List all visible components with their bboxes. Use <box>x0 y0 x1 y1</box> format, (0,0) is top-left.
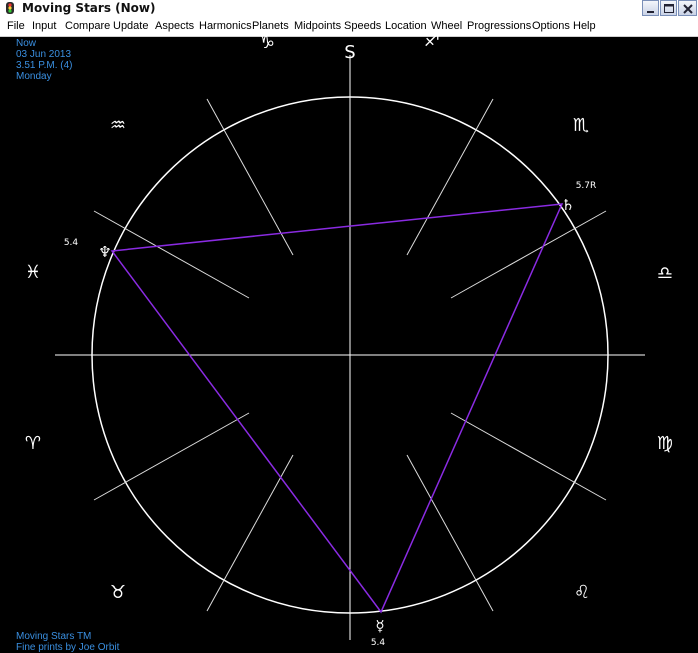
window-title: Moving Stars (Now) <box>22 1 156 15</box>
app-icon <box>6 2 14 14</box>
close-button[interactable] <box>678 0 697 16</box>
neptune-value: 5.4 <box>64 238 79 248</box>
house-line <box>406 98 494 256</box>
chart-area: Now 03 Jun 2013 3.51 P.M. (4) Monday Mov… <box>0 36 698 653</box>
house-line <box>93 210 250 299</box>
menu-location[interactable]: Location <box>385 17 427 36</box>
menu-speeds[interactable]: Speeds <box>344 17 381 36</box>
scorpio-sign-icon: ♏ <box>573 115 589 136</box>
south-label: S <box>344 42 355 63</box>
house-line <box>206 98 294 256</box>
maximize-icon <box>664 4 674 13</box>
menu-file[interactable]: File <box>7 17 25 36</box>
leo-sign-icon: ♌ <box>574 582 590 603</box>
wheel-chart: S ♑ ♐ ♒ ♏ ♓ ♎ ♈ ♍ ♉ ♌ ♆ 5.4 ♄ 5.7R ☿ 5.4 <box>25 36 673 646</box>
minimize-icon <box>647 11 654 13</box>
house-line <box>206 454 294 612</box>
sagittarius-sign-icon: ♐ <box>424 36 440 51</box>
menu-harmonics[interactable]: Harmonics <box>199 17 252 36</box>
house-line <box>406 454 494 612</box>
saturn-value: 5.7R <box>576 181 597 191</box>
virgo-sign-icon: ♍ <box>657 433 673 454</box>
menu-help[interactable]: Help <box>573 17 596 36</box>
house-line <box>450 210 607 299</box>
menu-wheel[interactable]: Wheel <box>431 17 462 36</box>
aspect-triangle <box>110 203 564 614</box>
maximize-button[interactable] <box>660 0 677 16</box>
capricorn-sign-icon: ♑ <box>259 36 275 53</box>
aries-sign-icon: ♈ <box>25 433 41 454</box>
menu-options[interactable]: Options <box>532 17 570 36</box>
house-line <box>93 412 250 501</box>
menu-planets[interactable]: Planets <box>252 17 289 36</box>
close-icon <box>683 4 693 14</box>
aquarius-sign-icon: ♒ <box>110 115 126 136</box>
saturn-icon: ♄ <box>561 196 574 214</box>
menu-update[interactable]: Update <box>113 17 148 36</box>
libra-sign-icon: ♎ <box>657 263 673 284</box>
mercury-value: 5.4 <box>371 638 386 646</box>
neptune-icon: ♆ <box>98 243 111 261</box>
menu-midpoints[interactable]: Midpoints <box>294 17 341 36</box>
menu-input[interactable]: Input <box>32 17 56 36</box>
menu-bar: File Input Compare Update Aspects Harmon… <box>0 17 698 37</box>
minimize-button[interactable] <box>642 0 659 16</box>
pisces-sign-icon: ♓ <box>25 262 41 283</box>
mercury-icon: ☿ <box>375 617 384 635</box>
taurus-sign-icon: ♉ <box>110 582 126 603</box>
title-bar: Moving Stars (Now) <box>0 0 698 18</box>
menu-aspects[interactable]: Aspects <box>155 17 194 36</box>
menu-progressions[interactable]: Progressions <box>467 17 531 36</box>
house-line <box>450 412 607 501</box>
menu-compare[interactable]: Compare <box>65 17 110 36</box>
